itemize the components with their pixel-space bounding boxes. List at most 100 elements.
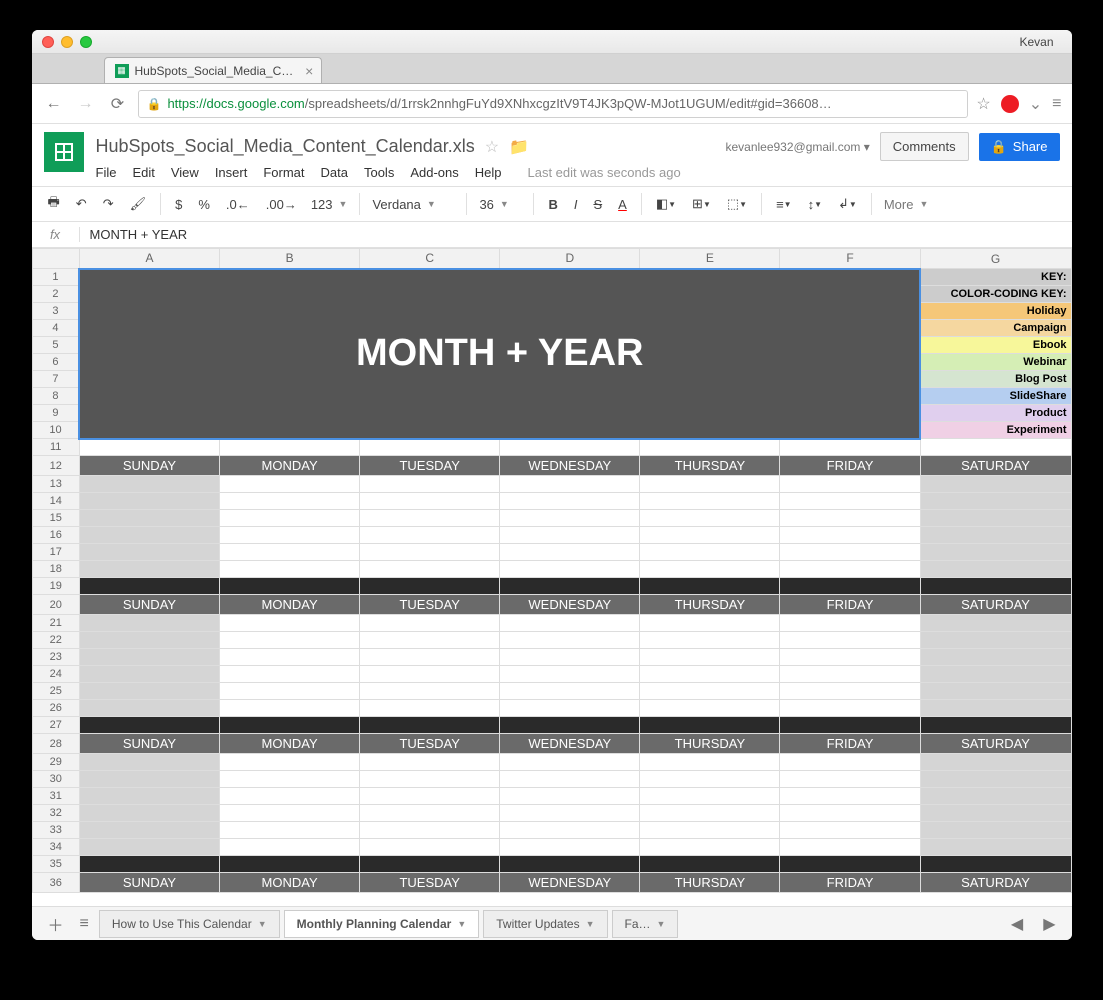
day-header[interactable]: SUNDAY [79,734,219,754]
cell[interactable] [79,805,219,822]
cell[interactable] [500,683,640,700]
day-header[interactable]: WEDNESDAY [500,734,640,754]
cell[interactable] [920,788,1071,805]
day-header[interactable]: SATURDAY [920,595,1071,615]
cell[interactable] [920,771,1071,788]
row-header[interactable]: 32 [32,805,79,822]
cell[interactable] [220,856,360,873]
h-align-button[interactable]: ≡▼ [770,193,798,216]
cell[interactable] [360,527,500,544]
day-header[interactable]: SUNDAY [79,456,219,476]
cell[interactable] [360,805,500,822]
cell[interactable] [360,717,500,734]
cell[interactable] [640,754,780,771]
sheet-tab[interactable]: Fa…▼ [612,910,679,938]
cell[interactable] [780,822,920,839]
cell[interactable] [640,544,780,561]
cell[interactable] [360,856,500,873]
font-size-select[interactable]: 36▼ [475,197,525,212]
menu-format[interactable]: Format [263,165,304,180]
cell[interactable] [780,439,920,456]
day-header[interactable]: SUNDAY [79,873,219,893]
day-header[interactable]: WEDNESDAY [500,456,640,476]
cell[interactable] [360,822,500,839]
sheets-logo[interactable] [44,132,84,172]
row-header[interactable]: 14 [32,493,79,510]
text-color-button[interactable]: A [612,193,633,216]
cell[interactable] [360,788,500,805]
row-header[interactable]: 21 [32,615,79,632]
currency-button[interactable]: $ [169,193,188,216]
cell[interactable] [640,578,780,595]
pocket-icon[interactable]: ⌄ [1029,94,1042,114]
color-coding-key-header[interactable]: COLOR-CODING KEY: [920,286,1071,303]
cell[interactable] [500,754,640,771]
cell[interactable] [780,632,920,649]
cell[interactable] [500,527,640,544]
cell[interactable] [79,683,219,700]
close-window-button[interactable] [42,36,54,48]
column-header[interactable]: D [500,249,640,269]
cell[interactable] [220,771,360,788]
key-item[interactable]: Product [920,405,1071,422]
cell[interactable] [640,666,780,683]
cell[interactable] [640,805,780,822]
cell[interactable] [220,805,360,822]
cell[interactable] [360,615,500,632]
cell[interactable] [79,578,219,595]
cell[interactable] [920,754,1071,771]
cell[interactable] [920,476,1071,493]
row-header[interactable]: 26 [32,700,79,717]
cell[interactable] [79,666,219,683]
cell[interactable] [500,788,640,805]
cell[interactable] [780,615,920,632]
cell[interactable] [220,717,360,734]
key-item[interactable]: Holiday [920,303,1071,320]
cell[interactable] [220,578,360,595]
key-header[interactable]: KEY: [920,269,1071,286]
key-item[interactable]: Experiment [920,422,1071,439]
formula-input[interactable]: MONTH + YEAR [80,227,188,242]
cell[interactable] [79,717,219,734]
cell[interactable] [640,527,780,544]
day-header[interactable]: MONDAY [220,873,360,893]
star-icon[interactable]: ☆ [485,137,499,157]
cell[interactable] [79,822,219,839]
day-header[interactable]: TUESDAY [360,734,500,754]
cell[interactable] [360,493,500,510]
cell[interactable] [920,632,1071,649]
bold-button[interactable]: B [542,193,563,216]
day-header[interactable]: THURSDAY [640,595,780,615]
cell[interactable] [220,561,360,578]
merge-cells-button[interactable]: ⬚▼ [721,192,753,216]
folder-icon[interactable]: 📁 [509,137,529,157]
cell[interactable] [500,510,640,527]
redo-button[interactable]: ↷ [97,192,120,216]
cell[interactable] [920,700,1071,717]
row-header[interactable]: 27 [32,717,79,734]
key-item[interactable]: Campaign [920,320,1071,337]
cell[interactable] [640,856,780,873]
row-header[interactable]: 1 [32,269,79,286]
cell[interactable] [500,561,640,578]
add-sheet-button[interactable]: ＋ [42,908,70,940]
cell[interactable] [360,754,500,771]
row-header[interactable]: 34 [32,839,79,856]
cell[interactable] [79,527,219,544]
cell[interactable] [920,578,1071,595]
url-input[interactable]: 🔒 https://docs.google.com/spreadsheets/d… [138,90,969,118]
column-header[interactable]: E [640,249,780,269]
menu-help[interactable]: Help [475,165,502,180]
browser-menu-icon[interactable]: ≡ [1052,95,1061,113]
cell[interactable] [500,666,640,683]
cell[interactable] [780,544,920,561]
cell[interactable] [640,632,780,649]
sheet-tab[interactable]: Monthly Planning Calendar▼ [284,910,480,938]
day-header[interactable]: MONDAY [220,734,360,754]
cell[interactable] [640,822,780,839]
cell[interactable] [360,649,500,666]
cell[interactable] [920,717,1071,734]
cell[interactable] [220,632,360,649]
borders-button[interactable]: ⊞▼ [686,192,717,216]
percent-button[interactable]: % [192,193,216,216]
